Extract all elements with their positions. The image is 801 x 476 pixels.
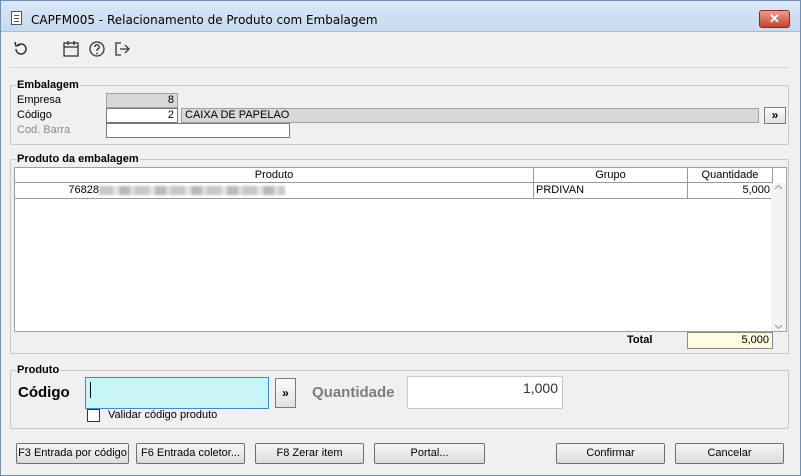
document-icon [11,11,22,25]
help-icon[interactable] [88,40,106,58]
scroll-up-icon[interactable] [774,184,783,191]
cod-barra-label: Cod. Barra [17,124,71,136]
codigo-field[interactable]: 2 [106,108,178,123]
embalagem-title: Embalagem [16,79,80,91]
exit-icon[interactable] [113,40,131,58]
codigo-label: Código [17,109,52,121]
total-field: 5,000 [687,332,773,349]
produtos-grid[interactable]: Produto Grupo Quantidade 76828 PRDIVAN 5… [14,167,787,332]
separator [10,67,789,68]
quantidade-field[interactable]: 1,000 [407,376,563,409]
redacted-description [99,185,285,195]
cell-produto: 76828 [15,183,534,199]
calendar-icon[interactable] [62,40,80,58]
cancelar-button[interactable]: Cancelar [675,443,784,464]
f6-entrada-coletor-button[interactable]: F6 Entrada coletor... [136,443,245,464]
produto-lookup-button[interactable]: » [275,378,296,408]
toolbar [1,33,800,63]
cod-barra-field[interactable] [106,123,290,138]
validar-checkbox[interactable] [87,409,100,422]
portal-button[interactable]: Portal... [374,443,485,464]
confirmar-button[interactable]: Confirmar [556,443,665,464]
window-title: CAPFM005 - Relacionamento de Produto com… [31,13,378,27]
cell-produto-codigo: 76828 [68,184,99,196]
produto-embalagem-title: Produto da embalagem [16,153,140,165]
descricao-field: CAIXA DE PAPELAO [181,108,759,123]
column-header-grupo[interactable]: Grupo [534,168,688,183]
produto-codigo-label: Código [18,384,70,401]
f8-zerar-item-button[interactable]: F8 Zerar item [255,443,364,464]
title-bar: CAPFM005 - Relacionamento de Produto com… [1,1,800,32]
cell-quantidade: 5,000 [688,183,773,199]
main-window: CAPFM005 - Relacionamento de Produto com… [0,0,801,476]
embalagem-lookup-button[interactable]: » [764,107,786,124]
column-header-produto[interactable]: Produto [15,168,534,183]
column-header-quantidade[interactable]: Quantidade [688,168,773,183]
empresa-field: 8 [106,93,178,108]
quantidade-label: Quantidade [312,384,395,401]
produto-title: Produto [16,364,61,376]
cell-grupo: PRDIVAN [534,183,688,199]
total-label: Total [627,334,653,346]
refresh-icon[interactable] [12,40,30,58]
scroll-down-icon[interactable] [774,323,783,330]
produto-codigo-input[interactable] [85,377,269,409]
vertical-scrollbar[interactable] [771,183,786,331]
text-caret [90,382,91,398]
empresa-label: Empresa [17,94,62,106]
validar-label[interactable]: Validar código produto [108,409,217,421]
f3-entrada-codigo-button[interactable]: F3 Entrada por código [16,443,129,464]
close-button[interactable]: ✕ [759,10,790,28]
